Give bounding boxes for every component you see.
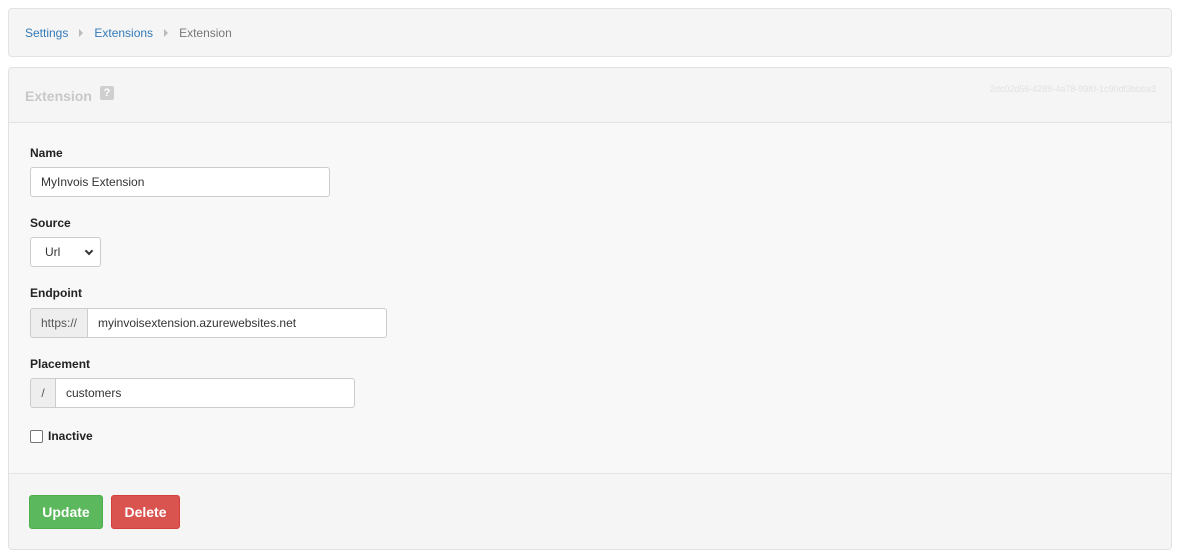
name-label: Name [30, 146, 63, 160]
breadcrumb-separator-icon [164, 28, 169, 37]
help-icon[interactable]: ? [100, 86, 114, 100]
placement-input[interactable] [55, 378, 355, 408]
extension-panel: Extension ? 2dc02d56-4289-4a78-99f0-1c90… [8, 67, 1172, 550]
breadcrumb: Settings Extensions Extension [8, 8, 1172, 57]
placement-prefix: / [30, 378, 55, 408]
placement-input-group: / [30, 378, 355, 408]
inactive-checkbox[interactable] [30, 429, 43, 443]
endpoint-input-group: https:// [30, 308, 387, 338]
name-input[interactable] [30, 167, 330, 197]
breadcrumb-separator-icon [79, 28, 84, 37]
extension-id: 2dc02d56-4289-4a78-99f0-1c90df3bbba3 [989, 84, 1156, 94]
endpoint-label: Endpoint [30, 286, 82, 300]
inactive-row: Inactive [30, 429, 93, 443]
source-selected-value: Url [45, 245, 61, 259]
delete-button[interactable]: Delete [111, 495, 180, 529]
breadcrumb-settings[interactable]: Settings [25, 26, 68, 40]
source-select[interactable]: Url [30, 237, 101, 267]
endpoint-prefix: https:// [30, 308, 87, 338]
breadcrumb-current: Extension [179, 25, 232, 40]
placement-label: Placement [30, 357, 91, 371]
panel-title: Extension [25, 88, 92, 104]
panel-heading: Extension ? 2dc02d56-4289-4a78-99f0-1c90… [9, 68, 1171, 123]
chevron-down-icon [84, 246, 94, 256]
panel-footer: Update Delete [9, 473, 1171, 549]
source-label: Source [30, 216, 71, 230]
inactive-label[interactable]: Inactive [48, 429, 93, 443]
breadcrumb-extensions[interactable]: Extensions [94, 26, 153, 40]
endpoint-input[interactable] [87, 308, 387, 338]
update-button[interactable]: Update [29, 495, 103, 529]
